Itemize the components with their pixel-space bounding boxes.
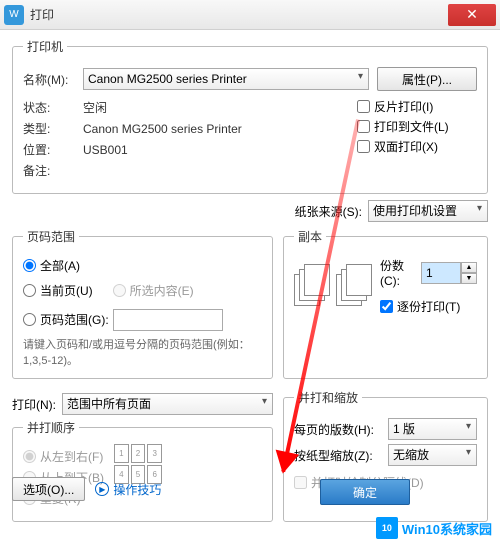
range-note: 请键入页码和/或用逗号分隔的页码范围(例如：1,3,5-12)。 <box>23 336 262 368</box>
perpage-select[interactable]: 1 版 <box>388 418 477 440</box>
watermark-logo-icon: 10 <box>376 517 398 539</box>
tips-label: 操作技巧 <box>113 481 161 498</box>
duplex-label: 双面打印(X) <box>374 138 438 155</box>
properties-button[interactable]: 属性(P)... <box>377 67 477 91</box>
options-button[interactable]: 选项(O)... <box>12 477 85 501</box>
copies-preview-icon <box>294 264 372 308</box>
range-current-radio[interactable]: 当前页(U) <box>23 282 93 299</box>
printer-group: 打印机 名称(M): Canon MG2500 series Printer 属… <box>12 38 488 194</box>
print-what-label: 打印(N): <box>12 396 56 413</box>
range-selection-label: 所选内容(E) <box>130 282 194 299</box>
collate-checkbox[interactable]: 逐份打印(T) <box>380 298 477 315</box>
watermark-text: Win10系统家园 <box>402 519 492 538</box>
copies-legend: 副本 <box>294 228 326 245</box>
range-current-label: 当前页(U) <box>40 282 93 299</box>
close-button[interactable]: ✕ <box>448 4 496 26</box>
type-value: Canon MG2500 series Printer <box>83 122 242 136</box>
copies-group: 副本 份数(C): ▲▼ 逐份打印(T) <box>283 228 488 379</box>
watermark: 10 Win10系统家园 <box>376 517 492 539</box>
collate-label: 逐份打印(T) <box>397 298 460 315</box>
perpage-label: 每页的版数(H): <box>294 421 384 438</box>
range-pages-radio[interactable]: 页码范围(G): <box>23 311 109 328</box>
app-icon: W <box>4 5 24 25</box>
where-value: USB001 <box>83 143 128 157</box>
scale-legend: 并打和缩放 <box>294 389 362 406</box>
paper-source-label: 纸张来源(S): <box>295 203 362 220</box>
where-label: 位置: <box>23 141 83 158</box>
order-legend: 并打顺序 <box>23 419 79 436</box>
spin-down[interactable]: ▼ <box>461 273 477 284</box>
copies-count-label: 份数(C): <box>380 257 417 288</box>
scaleto-select[interactable]: 无缩放 <box>388 444 477 466</box>
tofile-label: 打印到文件(L) <box>374 118 449 135</box>
printer-legend: 打印机 <box>23 38 67 55</box>
order-lr-radio: 从左到右(F) <box>23 448 104 465</box>
tofile-checkbox[interactable]: 打印到文件(L) <box>357 118 477 135</box>
range-group: 页码范围 全部(A) 当前页(U) 所选内容(E) 页码范围(G): 请键入页码… <box>12 228 273 379</box>
range-pages-input[interactable] <box>113 309 223 331</box>
reverse-label: 反片打印(I) <box>374 98 433 115</box>
reverse-checkbox[interactable]: 反片打印(I) <box>357 98 477 115</box>
status-label: 状态: <box>23 99 83 116</box>
ok-button[interactable]: 确定 <box>320 479 410 505</box>
play-icon: ▶ <box>95 482 109 496</box>
name-label: 名称(M): <box>23 71 83 88</box>
range-all-radio[interactable]: 全部(A) <box>23 257 262 274</box>
scaleto-label: 按纸型缩放(Z): <box>294 447 384 464</box>
range-selection-radio: 所选内容(E) <box>113 282 194 299</box>
spin-up[interactable]: ▲ <box>461 262 477 273</box>
range-pages-label: 页码范围(G): <box>40 311 109 328</box>
type-label: 类型: <box>23 120 83 137</box>
copies-input[interactable] <box>421 262 461 284</box>
printer-select[interactable]: Canon MG2500 series Printer <box>83 68 369 90</box>
status-value: 空闲 <box>83 99 107 116</box>
duplex-checkbox[interactable]: 双面打印(X) <box>357 138 477 155</box>
copies-spinner[interactable]: ▲▼ <box>421 262 477 284</box>
window-title: 打印 <box>30 6 448 23</box>
tips-link[interactable]: ▶ 操作技巧 <box>95 481 161 498</box>
order-lr-label: 从左到右(F) <box>40 448 103 465</box>
print-what-select[interactable]: 范围中所有页面 <box>62 393 273 415</box>
comment-label: 备注: <box>23 162 83 179</box>
paper-source-select[interactable]: 使用打印机设置 <box>368 200 488 222</box>
range-legend: 页码范围 <box>23 228 79 245</box>
titlebar: W 打印 ✕ <box>0 0 500 30</box>
range-all-label: 全部(A) <box>40 257 80 274</box>
